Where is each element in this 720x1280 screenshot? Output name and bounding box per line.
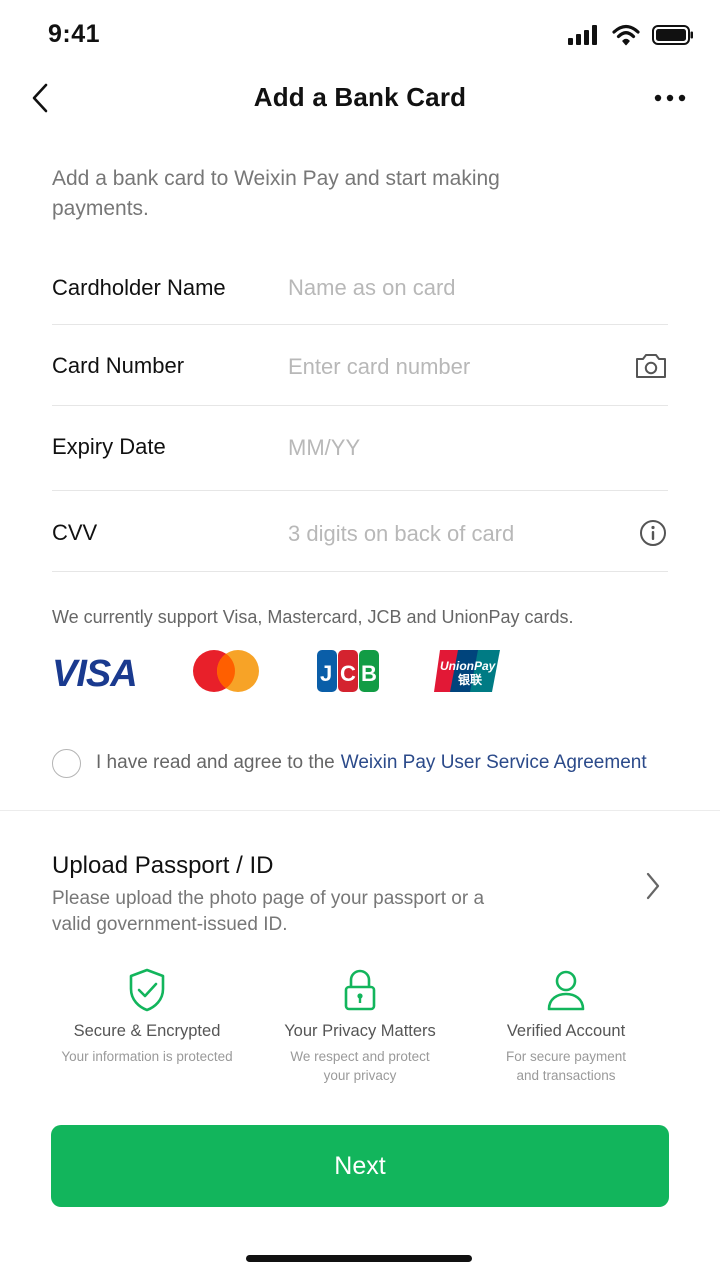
supported-cards-text: We currently support Visa, Mastercard, J…	[52, 607, 574, 627]
feature-verified: Verified Account For secure payment and …	[456, 966, 676, 1085]
user-icon	[547, 970, 585, 1011]
feature-subtitle: Your information is protected	[61, 1049, 233, 1064]
unionpay-logo: UnionPay 银联	[434, 650, 500, 692]
battery-icon	[652, 25, 693, 45]
info-icon	[640, 520, 666, 546]
upload-title: Upload Passport / ID	[52, 852, 274, 879]
card-number-label: Card Number	[52, 353, 185, 378]
page-title: Add a Bank Card	[253, 82, 467, 112]
card-number-input[interactable]	[288, 352, 618, 382]
camera-icon	[636, 354, 666, 378]
svg-text:C: C	[340, 661, 356, 686]
cvv-row: CVV	[52, 491, 668, 572]
home-indicator	[246, 1255, 472, 1262]
shield-check-icon	[129, 968, 165, 1012]
cardholder-row: Cardholder Name	[52, 256, 668, 325]
card-logos: VISA J C B UnionPay 银联	[52, 648, 502, 694]
cvv-label: CVV	[52, 520, 98, 545]
svg-text:B: B	[361, 661, 377, 686]
expiry-input[interactable]	[288, 433, 618, 463]
svg-text:UnionPay: UnionPay	[440, 659, 497, 673]
cvv-input[interactable]	[288, 519, 618, 549]
expiry-label: Expiry Date	[52, 434, 166, 459]
feature-title: Verified Account	[506, 1022, 626, 1040]
cardholder-label: Cardholder Name	[52, 275, 226, 300]
status-icons	[568, 24, 694, 46]
card-number-row: Card Number	[52, 325, 668, 406]
agreement-checkbox[interactable]	[52, 748, 81, 778]
more-dots-icon	[654, 94, 686, 102]
feature-subtitle: For secure payment and transactions	[505, 1049, 627, 1083]
mastercard-logo	[193, 650, 259, 692]
trust-features: Secure & Encrypted Your information is p…	[0, 966, 720, 1096]
svg-text:银联: 银联	[458, 672, 482, 687]
intro-text: Add a bank card to Weixin Pay and start …	[52, 167, 500, 220]
agreement-text: I have read and agree to the	[96, 752, 335, 773]
upload-chevron	[640, 868, 666, 904]
agreement-row: I have read and agree to the Weixin Pay …	[52, 746, 682, 780]
signal-icon	[568, 25, 597, 45]
agreement-link[interactable]: Weixin Pay User Service Agreement	[341, 752, 647, 774]
more-button[interactable]	[650, 86, 690, 110]
expiry-row: Expiry Date	[52, 406, 668, 491]
chevron-right-icon	[646, 872, 660, 900]
feature-subtitle: We respect and protect your privacy	[290, 1049, 430, 1083]
svg-text:VISA: VISA	[52, 653, 137, 691]
feature-title: Secure & Encrypted	[73, 1022, 221, 1040]
wifi-icon	[612, 24, 640, 46]
nav-bar: Add a Bank Card	[0, 70, 720, 128]
upload-id-row[interactable]: Upload Passport / ID Please upload the p…	[52, 848, 668, 948]
status-bar: 9:41	[0, 0, 720, 70]
scan-card-button[interactable]	[634, 351, 668, 381]
section-divider	[0, 810, 720, 811]
feature-privacy: Your Privacy Matters We respect and prot…	[250, 966, 470, 1085]
upload-description: Please upload the photo page of your pas…	[52, 888, 485, 935]
jcb-logo: J C B	[317, 650, 379, 692]
next-button[interactable]: Next	[51, 1125, 669, 1207]
feature-secure: Secure & Encrypted Your information is p…	[37, 966, 257, 1066]
visa-logo: VISA	[52, 653, 138, 691]
svg-text:J: J	[320, 661, 332, 686]
status-time: 9:41	[48, 20, 101, 48]
cardholder-input[interactable]	[288, 273, 618, 303]
cvv-info-button[interactable]	[638, 518, 668, 548]
feature-title: Your Privacy Matters	[284, 1022, 436, 1040]
lock-icon	[344, 969, 376, 1011]
